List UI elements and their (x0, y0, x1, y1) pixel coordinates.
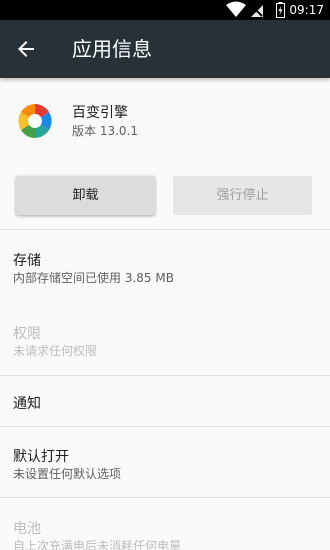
uninstall-button[interactable]: 卸载 (16, 176, 155, 215)
wifi-icon (226, 1, 246, 22)
app-version: 版本 13.0.1 (72, 124, 138, 138)
notifications-item[interactable]: 通知 (0, 376, 330, 426)
battery-subtitle: 自上次充满电后未消耗任何电量 (13, 539, 182, 550)
open-by-default-subtitle: 未设置任何默认选项 (13, 467, 122, 481)
storage-title: 存储 (13, 253, 41, 269)
permissions-item[interactable]: 权限 未请求任何权限 (0, 305, 330, 375)
open-by-default-title: 默认打开 (13, 449, 69, 465)
clock: 09:17 (289, 3, 324, 17)
app-bar: 应用信息 (0, 20, 330, 78)
open-by-default-item[interactable]: 默认打开 未设置任何默认选项 (0, 427, 330, 497)
app-name: 百变引擎 (72, 105, 128, 121)
permissions-title: 权限 (13, 326, 41, 342)
arrow-back-icon[interactable] (14, 37, 38, 61)
app-header: 百变引擎 版本 13.0.1 (0, 78, 330, 164)
storage-item[interactable]: 存储 内部存储空间已使用 3.85 MB (0, 230, 330, 304)
battery-charging-icon (276, 2, 285, 22)
status-bar: 09:17 (0, 0, 330, 20)
app-logo-icon (16, 102, 54, 140)
battery-item[interactable]: 电池 自上次充满电后未消耗任何电量 (0, 498, 330, 550)
storage-subtitle: 内部存储空间已使用 3.85 MB (13, 271, 174, 285)
notifications-title: 通知 (13, 396, 41, 412)
page-title: 应用信息 (72, 37, 152, 61)
permissions-subtitle: 未请求任何权限 (13, 344, 98, 358)
force-stop-button[interactable]: 强行停止 (173, 176, 312, 215)
battery-title: 电池 (13, 521, 41, 537)
